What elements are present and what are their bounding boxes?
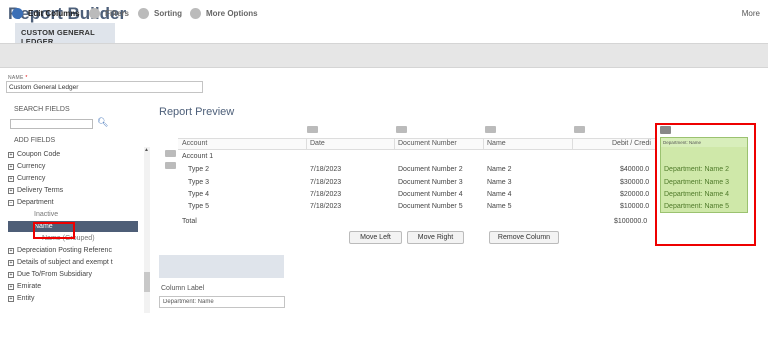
move-left-button[interactable]: Move Left: [349, 231, 402, 244]
row-options-icon[interactable]: [165, 150, 176, 157]
column-header-document-number[interactable]: Document Number: [398, 140, 457, 147]
search-fields-label: SEARCH FIELDS: [14, 106, 70, 113]
column-header-debit-credit[interactable]: Debit / Credi: [612, 140, 651, 147]
table-cell: Type 2: [188, 166, 210, 173]
expand-icon[interactable]: +: [8, 175, 14, 182]
table-cell: $10000.0: [620, 203, 650, 210]
tab-more-options[interactable]: More Options: [190, 6, 258, 20]
search-icon[interactable]: 🔍︎: [97, 117, 108, 128]
column-options-icon[interactable]: [574, 126, 585, 133]
table-cell: Name 3: [487, 179, 512, 186]
field-item[interactable]: + Due To/From Subsidiary: [8, 269, 92, 280]
expand-icon[interactable]: +: [8, 271, 14, 278]
scroll-up-icon[interactable]: ▲: [144, 147, 149, 153]
expand-icon[interactable]: +: [8, 247, 14, 254]
tab-label: More Options: [206, 8, 258, 18]
report-name-input[interactable]: [6, 81, 203, 93]
table-cell: Document Number 5: [398, 203, 463, 210]
column-header-date[interactable]: Date: [310, 140, 325, 147]
table-cell: Type 5: [188, 203, 210, 210]
add-fields-label: ADD FIELDS: [14, 137, 56, 144]
column-label-input[interactable]: [159, 296, 285, 308]
table-cell: Document Number 2: [398, 166, 463, 173]
report-subtitle: CUSTOM GENERAL LEDGER: [15, 23, 115, 46]
total-label: Total: [182, 218, 197, 225]
column-divider: [394, 139, 395, 149]
table-cell: $20000.0: [620, 191, 650, 198]
new-column-highlight: [655, 123, 756, 246]
table-cell: $30000.0: [620, 179, 650, 186]
step-dot-icon: [12, 7, 23, 19]
field-item[interactable]: + Delivery Terms: [8, 185, 63, 196]
field-item-department[interactable]: − Department: [8, 197, 54, 208]
column-divider: [306, 139, 307, 149]
field-item[interactable]: + Emirate: [8, 281, 41, 292]
selected-field-highlight: [33, 222, 75, 239]
table-cell: Name 2: [487, 166, 512, 173]
column-divider: [483, 139, 484, 149]
field-item[interactable]: + Coupon Code: [8, 149, 60, 160]
expand-icon[interactable]: +: [8, 259, 14, 266]
column-divider: [572, 139, 573, 149]
column-label-caption: Column Label: [161, 285, 205, 292]
move-right-button[interactable]: Move Right: [407, 231, 464, 244]
tab-edit-columns[interactable]: Edit Columns: [12, 6, 80, 20]
table-cell: Name 5: [487, 203, 512, 210]
tab-sorting[interactable]: Sorting: [138, 6, 182, 20]
expand-icon[interactable]: +: [8, 151, 14, 158]
tab-label: Sorting: [154, 8, 182, 18]
more-menu-link[interactable]: More: [742, 9, 760, 18]
field-item[interactable]: + Details of subject and exempt t: [8, 257, 113, 268]
field-subitem-inactive[interactable]: Inactive: [34, 209, 58, 220]
tab-label: Edit Columns: [28, 8, 80, 18]
table-cell: 7/18/2023: [310, 191, 342, 198]
expand-icon[interactable]: +: [8, 163, 14, 170]
column-options-icon[interactable]: [307, 126, 318, 133]
column-header-name[interactable]: Name: [487, 140, 506, 147]
column-properties-header: [159, 255, 284, 278]
step-tabs: [0, 43, 768, 68]
total-value: $100000.0: [614, 218, 648, 225]
table-cell: Name 4: [487, 191, 512, 198]
table-cell: Document Number 3: [398, 179, 463, 186]
table-cell: 7/18/2023: [310, 166, 342, 173]
field-item[interactable]: + Currency: [8, 161, 45, 172]
row-options-icon[interactable]: [165, 162, 176, 169]
expand-icon[interactable]: +: [8, 187, 14, 194]
tab-filters[interactable]: Filters: [89, 6, 129, 20]
step-dot-icon: [138, 7, 149, 19]
search-fields-input[interactable]: [10, 119, 93, 129]
table-cell: 7/18/2023: [310, 203, 342, 210]
field-item[interactable]: + Entity: [8, 293, 35, 304]
scrollbar-thumb[interactable]: [144, 272, 150, 292]
table-cell: Type 3: [188, 179, 210, 186]
tab-label: Filters: [105, 8, 130, 18]
field-item[interactable]: + Depreciation Posting Referenc: [8, 245, 112, 256]
table-cell: Document Number 4: [398, 191, 463, 198]
report-preview-title: Report Preview: [159, 106, 235, 118]
column-options-icon[interactable]: [485, 126, 496, 133]
step-dot-icon: [89, 7, 100, 19]
field-picker-panel: SEARCH FIELDS 🔍︎ ADD FIELDS + Coupon Code…: [8, 99, 150, 319]
remove-column-button[interactable]: Remove Column: [489, 231, 559, 244]
column-options-icon[interactable]: [396, 126, 407, 133]
step-dot-icon: [190, 7, 201, 19]
table-cell: Type 4: [188, 191, 210, 198]
group-row-label: Account 1: [182, 153, 214, 160]
column-header-account[interactable]: Account: [182, 140, 207, 147]
expand-icon[interactable]: +: [8, 283, 14, 290]
field-item[interactable]: + Currency: [8, 173, 45, 184]
table-cell: $40000.0: [620, 166, 650, 173]
table-cell: 7/18/2023: [310, 179, 342, 186]
expand-icon[interactable]: +: [8, 295, 14, 302]
collapse-icon[interactable]: −: [8, 199, 14, 206]
